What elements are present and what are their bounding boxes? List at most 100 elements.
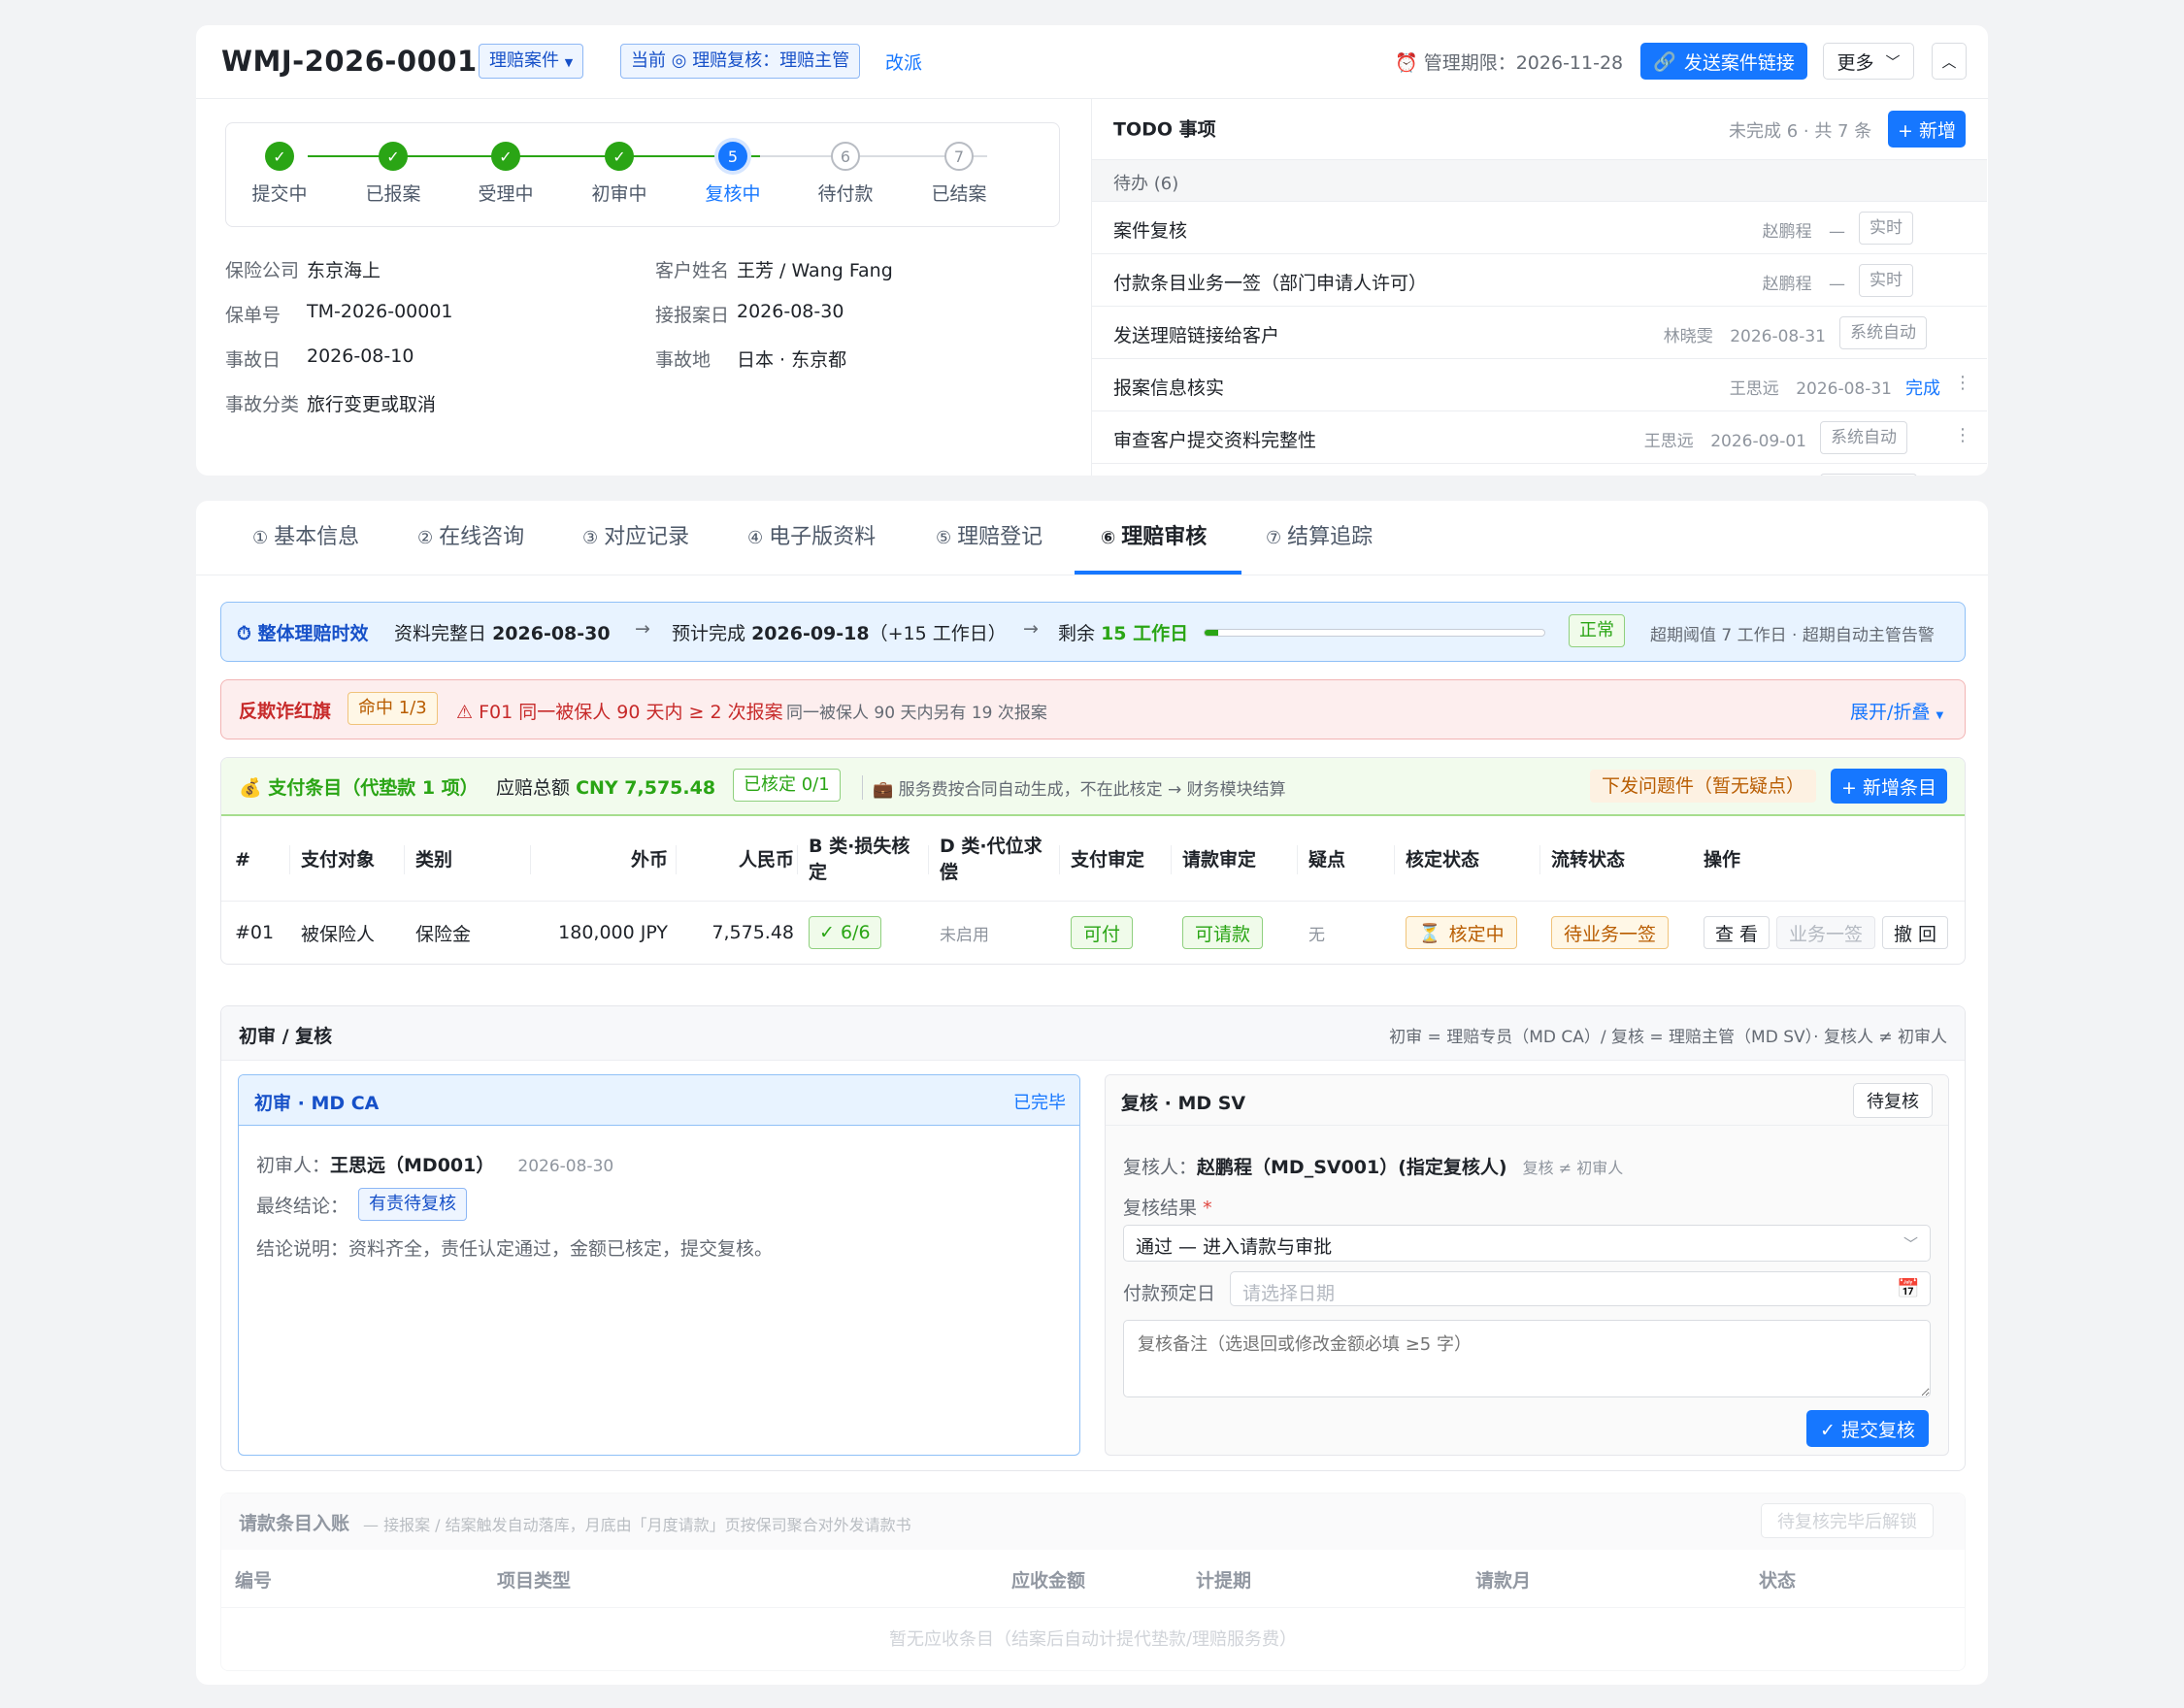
reassign-link[interactable]: 改派 [885, 49, 922, 75]
step-6-indicator: 6 [831, 142, 860, 171]
first-conclusion-key: 最终结论： [256, 1195, 349, 1217]
case-type-dropdown[interactable]: 理赔案件 ▼ [479, 44, 584, 79]
location-key: 事故地 [655, 349, 711, 371]
todo-item-owner: 赵鹏程 [1762, 222, 1812, 242]
more-dropdown[interactable]: 更多 ﹀ [1823, 43, 1914, 80]
money-bag-icon: 💰 [239, 777, 262, 799]
timeline-title-label: 整体理赔时效 [257, 623, 369, 644]
current-stage-badge: 当前 ◎ 理赔复核：理赔主管 [620, 44, 861, 79]
todo-item-status[interactable]: 完成 [1905, 375, 1940, 400]
fraud-rule: ⚠ F01 同一被保人 90 天内 ≥ 2 次报案 [456, 698, 783, 724]
policy-value: TM-2026-00001 [307, 301, 453, 322]
payment-column-header: 支付对象 [301, 848, 376, 870]
add-item-button[interactable]: + 新增条目 [1831, 769, 1947, 804]
tab-5[interactable]: ⑤ 理赔登记 [936, 501, 1042, 575]
tab-4[interactable]: ④ 电子版资料 [747, 501, 876, 575]
row-flow-tag: 待业务一签 [1551, 916, 1670, 949]
timeline-banner: ⏱ 整体理赔时效 资料完整日 2026-08-30 → 预计完成 2026-09… [220, 602, 1966, 662]
step-3-label: 受理中 [478, 183, 534, 205]
todo-group-header: 待办 (6) [1092, 159, 1987, 202]
row-doubt: 无 [1308, 925, 1325, 945]
review-section: 初审 / 复核 初审 = 理赔专员（MD CA）/ 复核 = 理赔主管（MD S… [220, 1005, 1966, 1471]
payment-column-header: 疑点 [1308, 848, 1346, 870]
tab-number: ④ [747, 528, 764, 548]
step-7-indicator: 7 [944, 142, 974, 171]
todo-item[interactable]: 发送理赔链接给客户 林晓雯 2026-08-31 系统自动 [1092, 307, 1987, 359]
row-assess-tag: ⏳ 核定中 [1406, 916, 1517, 949]
accident-date-value: 2026-08-10 [307, 345, 414, 367]
review-remark-textarea[interactable] [1123, 1320, 1931, 1397]
todo-item-meta: 王思远 2026-08-31 [1730, 375, 1892, 399]
todo-item[interactable] [1092, 464, 1987, 476]
todo-item[interactable]: 报案信息核实 王思远 2026-08-31 完成 ⋮ [1092, 359, 1987, 411]
step-1-indicator: ✓ [265, 142, 294, 171]
customer-value: 王芳 / Wang Fang [737, 260, 893, 281]
payment-column-header: B 类·损失核定 [809, 836, 910, 883]
pay-date-picker[interactable]: 请选择日期 📅 [1230, 1271, 1931, 1306]
timeline-status-badge: 正常 [1569, 614, 1625, 647]
second-review-title: 复核 · MD SV [1121, 1093, 1246, 1114]
second-reviewer-key: 复核人： [1123, 1157, 1198, 1178]
first-explain: 结论说明：资料齐全，责任认定通过，金额已核定，提交复核。 [256, 1238, 774, 1260]
row-number: #01 [235, 922, 275, 943]
tab-6[interactable]: ⑥ 理赔审核 [1101, 501, 1207, 575]
more-vertical-icon[interactable]: ⋮ [1954, 425, 1971, 445]
todo-item-tag: 实时 [1859, 264, 1913, 297]
first-reviewer: 初审人：王思远（MD001） 2026-08-30 [256, 1151, 613, 1177]
tab-7[interactable]: ⑦ 结算追踪 [1266, 501, 1373, 575]
submit-review-button[interactable]: ✓ 提交复核 [1806, 1410, 1929, 1447]
column-divider [1059, 845, 1060, 874]
todo-add-button[interactable]: + 新增 [1888, 111, 1966, 148]
todo-item-meta: 王思远 2026-09-01 [1644, 427, 1806, 451]
caret-down-icon: ▼ [1936, 710, 1944, 721]
collapse-button[interactable]: ︿ [1932, 43, 1967, 80]
billing-lock-button: 待复核完毕后解锁 [1761, 1503, 1934, 1538]
billing-column-header: 编号 [235, 1569, 273, 1592]
fraud-toggle[interactable]: 展开/折叠 ▼ [1850, 698, 1943, 724]
step-3-indicator: ✓ [491, 142, 520, 171]
payment-title: 💰 支付条目（代垫款 1 项） [239, 773, 479, 800]
tab-2[interactable]: ② 在线咨询 [417, 501, 524, 575]
todo-item[interactable]: 案件复核 赵鹏程 — 实时 [1092, 202, 1987, 254]
tab-1[interactable]: ① 基本信息 [252, 501, 359, 575]
report-date-key: 接报案日 [655, 305, 730, 326]
pay-date-key: 付款预定日 [1123, 1283, 1216, 1304]
location-value: 日本 · 东京都 [737, 349, 847, 371]
tab-label: 对应记录 [604, 525, 690, 549]
step-4-indicator: ✓ [605, 142, 634, 171]
payment-column-header: 类别 [415, 848, 453, 870]
fraud-title: 反欺诈红旗 [239, 701, 332, 722]
send-case-link-button[interactable]: 🔗 发送案件链接 [1640, 43, 1807, 80]
arrow-right-icon: → [635, 618, 650, 640]
billing-column-header: 项目类型 [497, 1569, 572, 1592]
todo-item-tag: 实时 [1859, 212, 1913, 245]
insurer-key: 保险公司 [225, 260, 300, 281]
row-b-tag: ✓ 6/6 [809, 916, 881, 949]
revoke-button[interactable]: 撤 回 [1882, 916, 1948, 949]
view-button[interactable]: 查 看 [1704, 916, 1770, 949]
review-result-select[interactable]: 通过 — 进入请款与审批 ﹀ [1123, 1225, 1931, 1262]
insurer-value: 东京海上 [307, 260, 381, 281]
review-result-label: 复核结果 * [1123, 1194, 1212, 1220]
case-type-label: 理赔案件 [489, 50, 559, 71]
tab-3[interactable]: ③ 对应记录 [582, 501, 689, 575]
todo-item-date: 2026-09-01 [1710, 432, 1806, 451]
more-label: 更多 [1837, 51, 1874, 74]
issue-button[interactable]: 下发问题件（暂无疑点） [1590, 770, 1817, 803]
todo-item-date: 2026-08-31 [1796, 379, 1892, 399]
row-claim-tag: 可请款 [1182, 916, 1264, 949]
todo-item-meta: 林晓雯 2026-08-31 [1664, 322, 1826, 346]
progress-steps: ✓ 提交中 ✓ 已报案 ✓ 受理中 ✓ 初审中 5 复核中 6 待付款 7 已结案 [225, 122, 1060, 227]
review-result-value: 通过 — 进入请款与审批 [1136, 1236, 1333, 1258]
category-value: 旅行变更或取消 [307, 394, 437, 415]
todo-item[interactable]: 付款条目业务一签（部门申请人许可） 赵鹏程 — 实时 [1092, 254, 1987, 307]
customer-key: 客户姓名 [655, 260, 730, 281]
timeline-progress-fill [1205, 630, 1218, 636]
payment-table-head: # 支付对象 类别 外币 人民币 B 类·损失核定 D 类·代位求偿 支付审定 请款审定 疑点 核定… [221, 818, 1965, 902]
billing-section: 请款条目入账 — 接报案 / 结案触发自动落库，月底由「月度请款」页按保司聚合对… [220, 1493, 1966, 1671]
tab-number: ③ [582, 528, 599, 548]
todo-item[interactable]: 审查客户提交资料完整性 王思远 2026-09-01 系统自动 ⋮ [1092, 411, 1987, 464]
fraud-hit-badge: 命中 1/3 [347, 692, 438, 725]
todo-item-tag [1820, 474, 1917, 476]
more-vertical-icon[interactable]: ⋮ [1954, 373, 1971, 393]
